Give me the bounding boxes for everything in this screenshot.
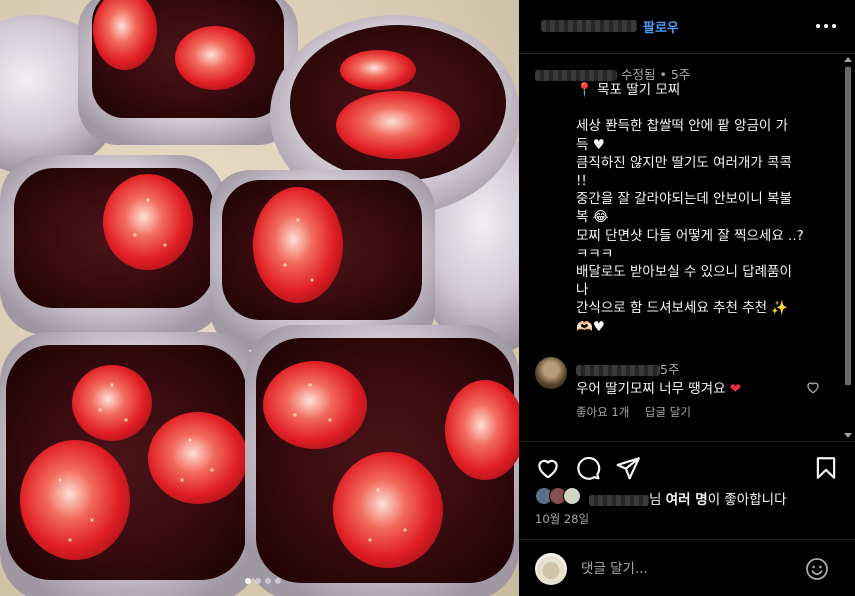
current-user-avatar[interactable] bbox=[535, 553, 567, 585]
liker-username-redacted[interactable] bbox=[589, 494, 649, 506]
post-photo[interactable] bbox=[0, 0, 519, 596]
caption-age[interactable]: 5주 bbox=[671, 67, 690, 82]
scrollbar-thumb[interactable] bbox=[845, 67, 851, 385]
caption-line: 중간을 잘 갈라야되는데 안보이니 복불 bbox=[576, 191, 792, 208]
comment-age[interactable]: 5주 bbox=[660, 362, 679, 377]
strawberry-mochi-image bbox=[0, 0, 519, 596]
commenter-username-redacted[interactable] bbox=[576, 365, 660, 376]
likers-avatars[interactable] bbox=[535, 487, 589, 507]
likes-name-suffix: 님 bbox=[649, 492, 662, 508]
separator-dot: • bbox=[659, 67, 667, 82]
others-link[interactable]: 여러 명 bbox=[666, 492, 708, 508]
post-caption: 📍 목포 딸기 모찌 세상 퐌득한 찹쌀떡 안에 팥 앙금이 가 득 ♥ 큼직하… bbox=[576, 81, 826, 336]
caption-line: 나 bbox=[576, 282, 589, 299]
comment-actions: 좋아요 1개 답글 달기 bbox=[576, 404, 703, 420]
heart-icon[interactable] bbox=[535, 455, 561, 481]
divider bbox=[519, 441, 855, 442]
comment-body: 우어 딸기모찌 너무 땡겨요 bbox=[576, 381, 726, 397]
caption-line: 세상 퐌득한 찹쌀떡 안에 팥 앙금이 가 bbox=[576, 118, 789, 135]
caption-line: 모찌 단면샷 다들 어떻게 잘 찍으세요 ..? bbox=[576, 227, 804, 244]
post-header: 팔로우 bbox=[519, 0, 855, 54]
caption-line: 복 😂 bbox=[576, 209, 609, 226]
caption-line: 큼직하진 않지만 딸기도 여러개가 콕콕 bbox=[576, 154, 792, 171]
comment-text: 우어 딸기모찌 너무 땡겨요 ❤ bbox=[576, 377, 741, 397]
comment-like-heart-icon[interactable] bbox=[805, 379, 821, 395]
caption-line: 배달로도 받아보실 수 있으니 답례품이 bbox=[576, 264, 792, 281]
liker-avatar bbox=[563, 487, 581, 505]
likes-summary: 님 여러 명이 좋아합니다 bbox=[589, 488, 787, 508]
comment-input[interactable] bbox=[581, 561, 791, 577]
post-date[interactable]: 10월 28일 bbox=[535, 511, 589, 527]
follow-button[interactable]: 팔로우 bbox=[643, 17, 679, 36]
pin-icon: 📍 bbox=[576, 82, 593, 98]
reply-button[interactable]: 답글 달기 bbox=[645, 405, 691, 419]
likes-tail: 이 좋아합니다 bbox=[707, 492, 787, 508]
red-heart-emoji: ❤ bbox=[729, 381, 742, 397]
caption-line: ㅋㅋㅋ bbox=[576, 245, 614, 262]
caption-line: 간식으로 함 드셔보세요 추천 추천 ✨ bbox=[576, 300, 789, 317]
commenter-avatar[interactable] bbox=[535, 357, 567, 389]
scroll-up-arrow-icon[interactable] bbox=[844, 57, 852, 62]
send-icon[interactable] bbox=[615, 455, 641, 481]
scrollbar[interactable] bbox=[843, 55, 853, 440]
comment-likes-count[interactable]: 좋아요 1개 bbox=[576, 405, 629, 419]
scroll-down-arrow-icon[interactable] bbox=[844, 433, 852, 438]
caption-line: 📍 목포 딸기 모찌 bbox=[576, 81, 826, 99]
more-horizontal-icon[interactable] bbox=[812, 14, 840, 38]
edited-label: 수정됨 bbox=[621, 67, 656, 82]
author-username-redacted[interactable] bbox=[541, 20, 637, 32]
post-details-panel: 팔로우 수정됨 • 5주 📍 목포 딸기 모찌 세상 퐌득한 찹쌀떡 안에 팥 … bbox=[519, 0, 855, 596]
caption-line bbox=[576, 99, 826, 117]
emoji-icon[interactable] bbox=[805, 557, 829, 581]
caption-title: 목포 딸기 모찌 bbox=[592, 82, 681, 98]
bookmark-icon[interactable] bbox=[813, 455, 839, 481]
comment-meta: 5주 bbox=[576, 359, 679, 378]
caption-line: 득 ♥ bbox=[576, 136, 605, 153]
comments-scroll-area[interactable]: 수정됨 • 5주 📍 목포 딸기 모찌 세상 퐌득한 찹쌀떡 안에 팥 앙금이 … bbox=[519, 55, 855, 440]
caption-author-redacted[interactable] bbox=[535, 70, 617, 81]
caption-line: !! bbox=[576, 173, 587, 190]
comment-icon[interactable] bbox=[575, 455, 601, 481]
caption-line: 🫶🏻♥ bbox=[576, 318, 605, 335]
divider bbox=[519, 539, 855, 540]
